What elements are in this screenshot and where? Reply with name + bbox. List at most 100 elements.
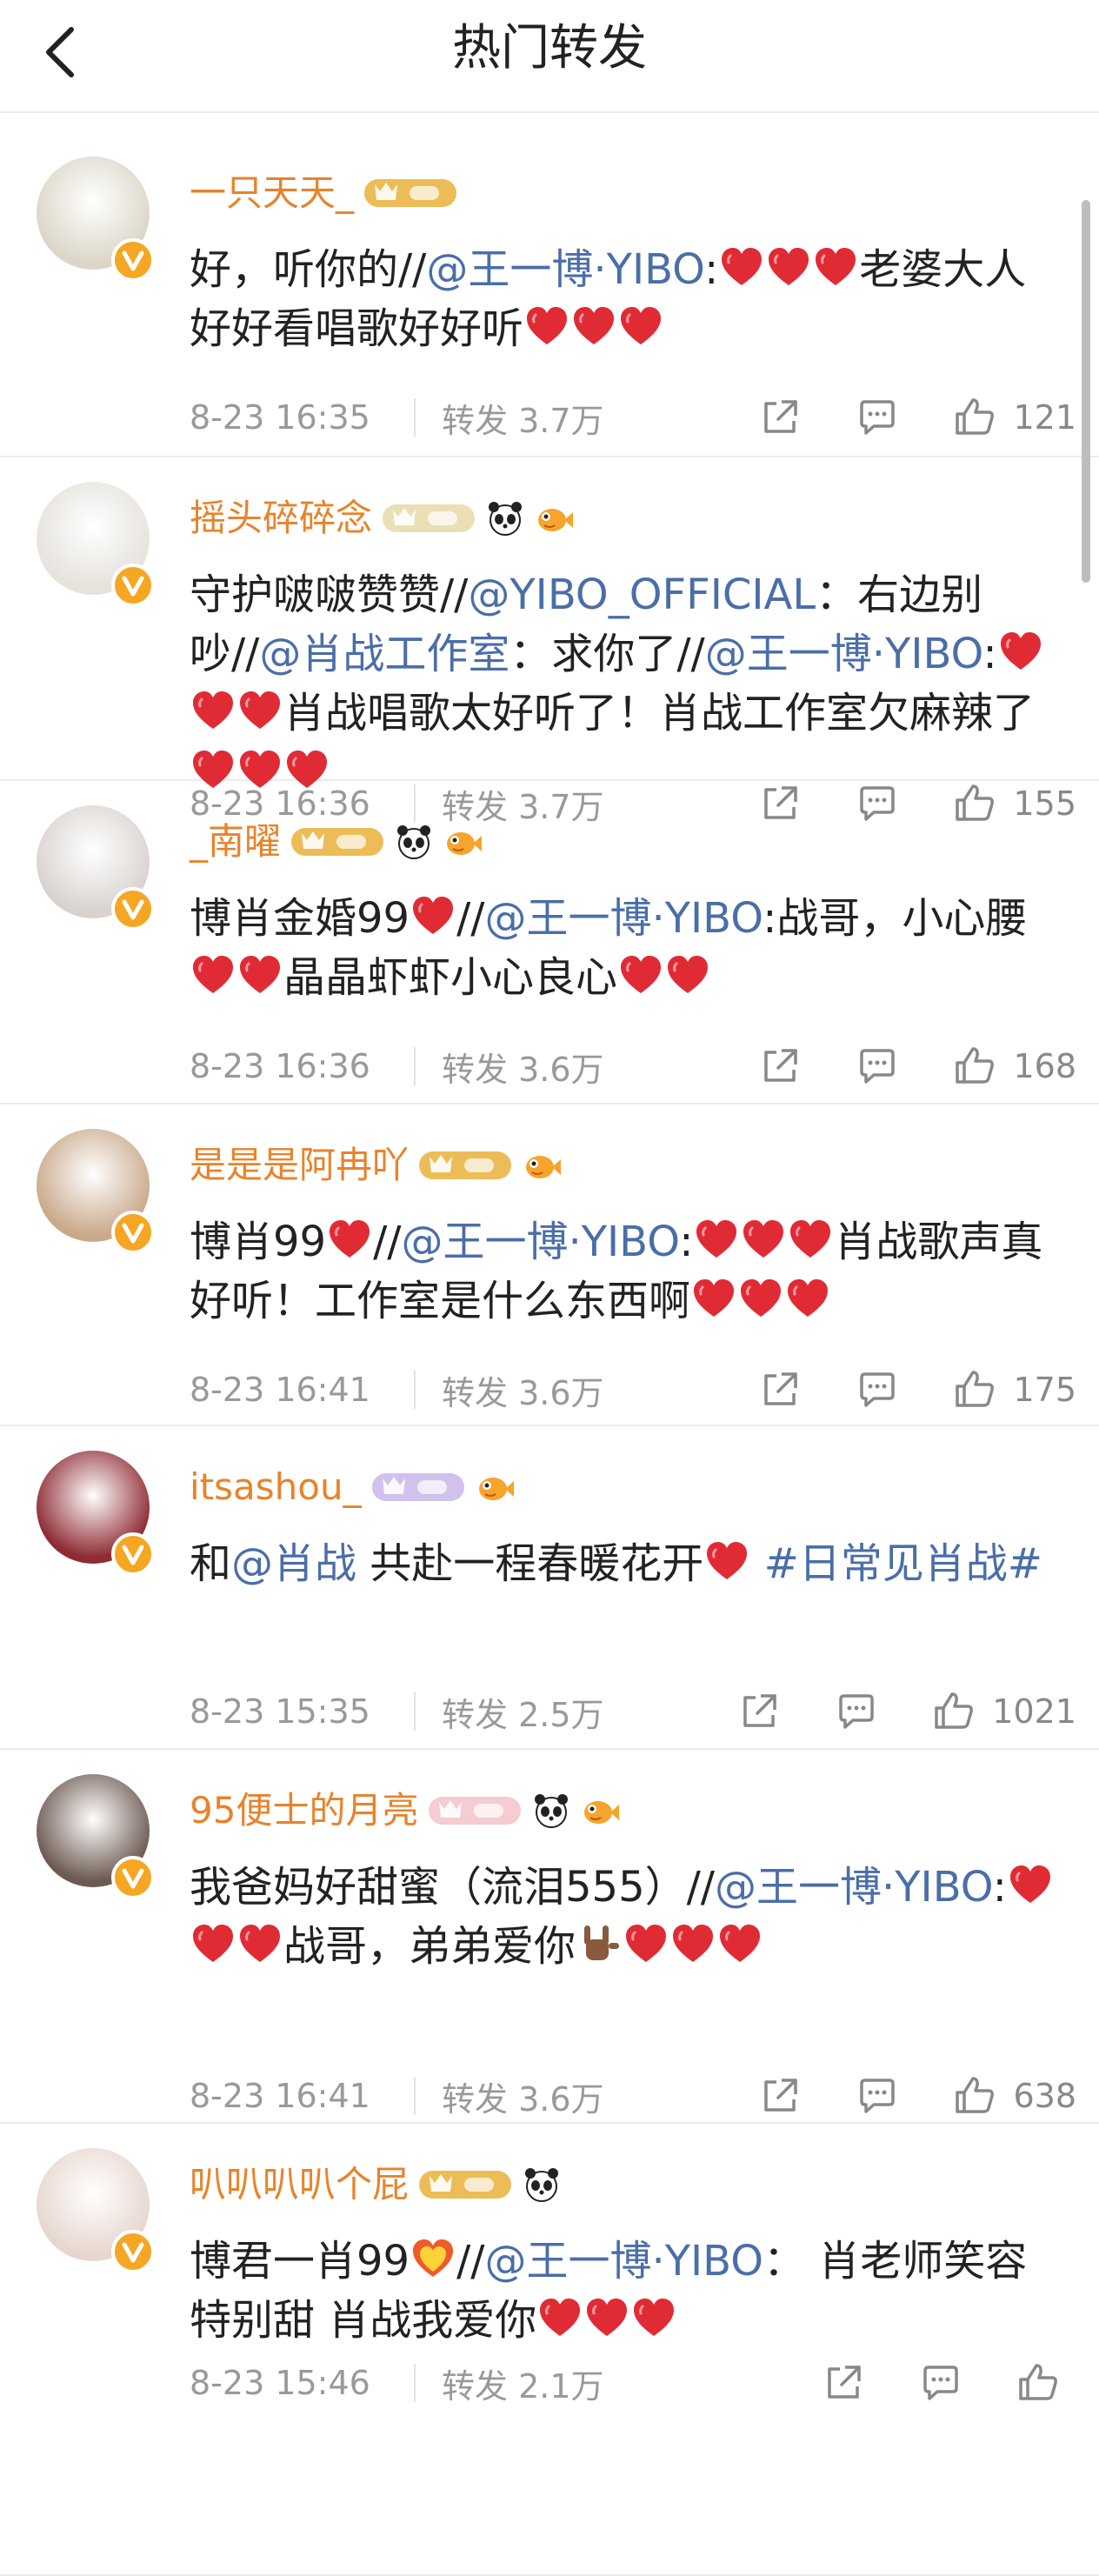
comment-button[interactable] [855, 395, 900, 440]
repost-count: 转发 2.1万 [442, 2366, 604, 2406]
mention-link[interactable]: @王一博·YIBO [484, 894, 763, 943]
like-button[interactable]: 1021 [931, 1689, 1076, 1734]
fish-emoji [475, 1467, 515, 1507]
comment-icon [860, 400, 896, 435]
repost-item[interactable]: 一只天天_ 好，听你的//@王一博·YIBO: 老婆大人好好看唱歌好好听 8-23 1… [0, 130, 1099, 457]
heart-emoji [236, 1920, 283, 1967]
share-button[interactable] [821, 2360, 866, 2406]
text-segment: 守护啵啵赞赞// [190, 571, 469, 619]
repost-meta: 8-23 16:41 转发 3.6万 175 [190, 1364, 1076, 1416]
comment-button[interactable] [834, 1689, 879, 1734]
mention-link[interactable]: @王一博·YIBO [426, 245, 704, 294]
mention-link[interactable]: @王一博·YIBO [705, 630, 983, 678]
repost-item[interactable]: 95便士的月亮 我爸妈好甜蜜（流泪555）//@王一博·YIBO: 战哥，弟弟爱你 8… [0, 1748, 1099, 2124]
username-row: 一只天天_ [190, 170, 458, 216]
panda-emoji [394, 822, 434, 862]
heart-emoji [236, 951, 283, 998]
page-title: 热门转发 [452, 20, 647, 77]
repost-meta: 8-23 16:35 转发 3.7万 121 [190, 391, 1076, 444]
username[interactable]: 一只天天_ [190, 170, 354, 216]
text-segment: // [456, 2237, 485, 2286]
username[interactable]: 叭叭叭叭个屁 [190, 2162, 409, 2207]
repost-item[interactable]: itsashou_ 和@肖战 共赴一程春暖花开 #日常见肖战# 8-23 15:35… [0, 1425, 1099, 1750]
like-count: 168 [1013, 1047, 1076, 1085]
repost-item[interactable]: _南曜 博肖金婚99 //@王一博·YIBO:战哥，小心腰晶晶虾虾小心良心 8-23 … [0, 779, 1099, 1104]
heart-emoji [623, 1920, 669, 1967]
text-segment: 和 [190, 1539, 232, 1588]
repost-meta: 8-23 16:36 转发 3.6万 168 [190, 1040, 1076, 1092]
repost-count: 转发 3.6万 [442, 1373, 604, 1412]
repost-item[interactable]: 摇头碎碎念 守护啵啵赞赞//@YIBO_OFFICIAL：右边别吵//@肖战工作室… [0, 456, 1099, 826]
share-button[interactable] [757, 2073, 803, 2119]
text-segment: 肖战唱歌太好听了！肖战工作室欠麻辣了 [283, 689, 1036, 737]
heart-emoji [693, 1216, 740, 1263]
share-button[interactable] [757, 395, 803, 440]
username[interactable]: _南曜 [190, 819, 281, 864]
like-button[interactable]: 121 [952, 395, 1076, 440]
timestamp: 8-23 15:46 [190, 2364, 370, 2402]
panda-emoji [485, 498, 525, 538]
like-button[interactable]: 638 [952, 2073, 1076, 2119]
divider [414, 2077, 416, 2115]
like-icon [956, 398, 995, 435]
username[interactable]: itsashou_ [190, 1465, 362, 1510]
share-icon [743, 1694, 777, 1727]
heart-emoji [784, 1275, 831, 1322]
fish-emoji [443, 822, 483, 862]
share-button[interactable] [736, 1689, 782, 1734]
repost-count: 转发 3.6万 [442, 1050, 604, 1089]
share-button[interactable] [757, 1044, 803, 1089]
mention-link[interactable]: @王一博·YIBO [715, 1863, 993, 1912]
comment-button[interactable] [855, 2073, 900, 2119]
verified-icon [111, 238, 155, 282]
like-count: 1021 [992, 1692, 1076, 1731]
divider [414, 1047, 416, 1085]
text-segment: :战哥，小心腰 [763, 894, 1028, 943]
verified-icon [111, 2230, 155, 2273]
heart-emoji [716, 1920, 763, 1967]
text-segment: 好，听你的// [190, 245, 427, 294]
heart-emoji [737, 1275, 784, 1322]
timestamp: 8-23 15:35 [190, 1692, 370, 1731]
username-row: 叭叭叭叭个屁 [190, 2162, 562, 2207]
mention-link[interactable]: @肖战 [231, 1539, 356, 1588]
heart-emoji [630, 2294, 677, 2341]
comment-icon [839, 1694, 875, 1729]
comment-button[interactable] [918, 2360, 963, 2406]
username[interactable]: 95便士的月亮 [190, 1788, 418, 1833]
heart-emoji [1007, 1861, 1054, 1908]
heart-emoji [718, 244, 765, 290]
panda-emoji [522, 2165, 562, 2205]
text-segment: 博肖金婚99 [190, 894, 410, 943]
username[interactable]: 摇头碎碎念 [190, 496, 372, 541]
fan-level-badge [427, 1793, 523, 1828]
scrollbar[interactable] [1082, 200, 1090, 583]
fan-level-badge [417, 2167, 513, 2202]
comment-icon [860, 1372, 896, 1407]
verified-icon [111, 1211, 155, 1254]
heart-emoji [997, 628, 1044, 675]
mention-link[interactable]: #日常见肖战# [764, 1539, 1042, 1588]
username[interactable]: 是是是阿冉吖 [190, 1143, 409, 1188]
comment-button[interactable] [855, 1044, 900, 1089]
mention-link[interactable]: @王一博·YIBO [401, 1218, 679, 1266]
mention-link[interactable]: @王一博·YIBO [484, 2237, 763, 2286]
share-button[interactable] [757, 1367, 803, 1412]
text-segment: 晶晶虾虾小心良心 [283, 953, 618, 1002]
mention-link[interactable]: @YIBO_OFFICIAL [468, 571, 816, 619]
heart-emoji [765, 244, 812, 290]
comment-button[interactable] [855, 1367, 900, 1412]
action-group: 175 [705, 1367, 1076, 1412]
like-button[interactable]: 175 [952, 1367, 1076, 1412]
like-button[interactable] [1016, 2360, 1076, 2406]
like-button[interactable]: 168 [952, 1044, 1076, 1089]
repost-item[interactable]: 是是是阿冉吖 博肖99//@王一博·YIBO: 肖战歌声真好听！工作室是什么东西啊 8… [0, 1103, 1099, 1426]
heart-emoji [703, 1538, 750, 1585]
text-segment: 博君一肖99 [190, 2237, 410, 2286]
like-count: 175 [1013, 1371, 1076, 1409]
text-segment: // [456, 894, 485, 943]
fan-level-badge [363, 176, 458, 210]
heart-emoji [812, 244, 859, 290]
mention-link[interactable]: @肖战工作室 [259, 630, 510, 678]
repost-item[interactable]: 叭叭叭叭个屁 博君一肖99//@王一博·YIBO： 肖老师笑容特别甜 肖战我爱你 8… [0, 2122, 1099, 2576]
